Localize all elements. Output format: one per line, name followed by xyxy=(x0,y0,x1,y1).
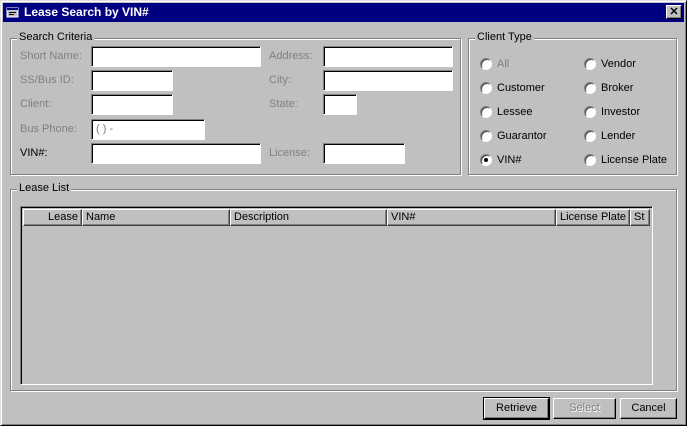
window-title: Lease Search by VIN# xyxy=(24,5,149,19)
bus-phone-label: Bus Phone: xyxy=(20,123,77,135)
address-input[interactable] xyxy=(323,46,453,67)
column-header-description[interactable]: Description xyxy=(230,209,387,226)
retrieve-button[interactable]: Retrieve xyxy=(483,397,550,420)
radio-label: Broker xyxy=(601,82,634,94)
vin-input[interactable] xyxy=(91,143,261,164)
vin-label: VIN#: xyxy=(20,147,48,159)
radio-button[interactable] xyxy=(480,58,492,70)
radio-label: Vendor xyxy=(601,58,636,70)
license-label: License: xyxy=(269,147,310,159)
radio-button[interactable] xyxy=(584,58,596,70)
column-header-name[interactable]: Name xyxy=(82,209,230,226)
client-type-legend: Client Type xyxy=(475,31,534,43)
select-button[interactable]: Select xyxy=(553,398,616,419)
radio-button[interactable] xyxy=(480,154,492,166)
city-label: City: xyxy=(269,74,291,86)
lease-search-window: Lease Search by VIN# ✕ Search Criteria S… xyxy=(0,0,687,426)
radio-button[interactable] xyxy=(480,82,492,94)
state-input[interactable] xyxy=(323,94,357,115)
search-criteria-legend: Search Criteria xyxy=(17,31,95,43)
client-input[interactable] xyxy=(91,94,173,115)
ss-bus-id-input[interactable] xyxy=(91,70,173,91)
address-label: Address: xyxy=(269,50,313,62)
radio-label: License Plate xyxy=(601,154,668,166)
app-icon xyxy=(6,7,19,18)
radio-selected-dot xyxy=(484,158,488,162)
ss-bus-id-label: SS/Bus ID: xyxy=(20,74,74,86)
column-header-st[interactable]: St xyxy=(630,209,650,226)
title-bar[interactable]: Lease Search by VIN# ✕ xyxy=(3,3,684,22)
radio-button[interactable] xyxy=(480,106,492,118)
radio-button[interactable] xyxy=(480,130,492,142)
bus-phone-input[interactable]: ( ) - xyxy=(91,119,205,140)
radio-button[interactable] xyxy=(584,82,596,94)
radio-label: VIN# xyxy=(497,154,522,166)
short-name-label: Short Name: xyxy=(20,50,82,62)
radio-label: All xyxy=(497,58,510,70)
radio-button[interactable] xyxy=(584,106,596,118)
radio-button[interactable] xyxy=(584,130,596,142)
client-label: Client: xyxy=(20,98,52,110)
license-input[interactable] xyxy=(323,143,405,164)
radio-label: Guarantor xyxy=(497,130,547,142)
city-input[interactable] xyxy=(323,70,453,91)
radio-label: Customer xyxy=(497,82,545,94)
close-button[interactable]: ✕ xyxy=(666,5,682,19)
radio-label: Lender xyxy=(601,130,636,142)
column-header-lease[interactable]: Lease xyxy=(23,209,82,226)
radio-button[interactable] xyxy=(584,154,596,166)
lease-list-legend: Lease List xyxy=(17,182,72,194)
radio-label: Lessee xyxy=(497,106,533,118)
column-header-vin[interactable]: VIN# xyxy=(387,209,556,226)
cancel-button[interactable]: Cancel xyxy=(620,398,677,419)
column-header-license-plate[interactable]: License Plate xyxy=(556,209,630,226)
lease-list-view[interactable]: Lease Name Description VIN# License Plat… xyxy=(20,206,653,385)
radio-label: Investor xyxy=(601,106,641,118)
short-name-input[interactable] xyxy=(91,46,261,67)
close-icon: ✕ xyxy=(669,6,679,18)
state-label: State: xyxy=(269,98,298,110)
